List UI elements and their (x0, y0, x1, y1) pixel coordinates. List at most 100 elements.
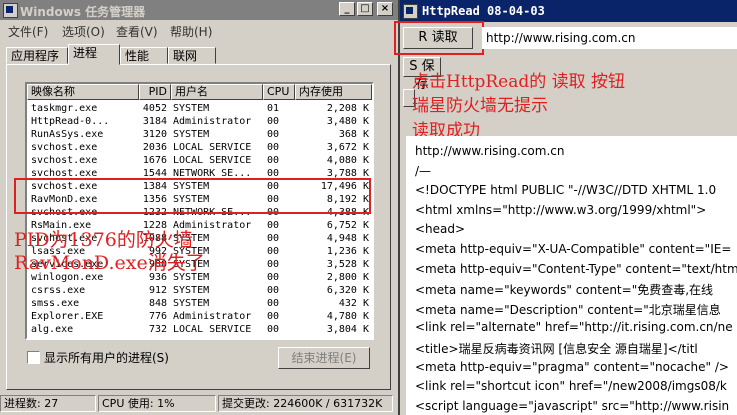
content-line: <link rel="shortcut icon" href="/new2008… (415, 379, 727, 394)
cell-mem: 3,480 K (326, 116, 369, 127)
cell-user: Administrator (173, 116, 252, 127)
content-line: <head> (415, 222, 466, 237)
tab-networking[interactable]: 联网 (168, 47, 216, 64)
cell-cpu: 00 (267, 311, 280, 322)
tab-applications[interactable]: 应用程序 (6, 47, 68, 64)
cell-cpu: 00 (267, 155, 280, 166)
cell-name: RunAsSys.exe (31, 129, 104, 140)
task-manager-titlebar[interactable]: Windows 任务管理器 _ □ × (0, 0, 398, 20)
table-row[interactable]: taskmgr.exe 4052 SYSTEM 01 2,208 K (27, 102, 372, 115)
menu-view[interactable]: 查看(V) (116, 23, 158, 40)
cell-pid: 4052 (142, 103, 167, 114)
content-line: <title>瑞星反病毒资讯网 [信息安全 源自瑞星]</titl (415, 342, 698, 356)
task-manager-title: Windows 任务管理器 (20, 5, 146, 19)
annotation-no-prompt: 瑞星防火墙无提示 (412, 96, 548, 116)
cell-name: taskmgr.exe (31, 103, 98, 114)
cell-name: HttpRead-0... (31, 116, 110, 127)
content-line: <meta http-equiv="Content-Type" content=… (415, 261, 737, 276)
cell-mem: 1,236 K (326, 246, 369, 257)
column-user-name[interactable]: 用户名 (171, 84, 263, 100)
cell-mem: 432 K (338, 298, 369, 309)
cell-pid: 732 (148, 324, 167, 335)
highlight-svchost-rows (14, 178, 371, 214)
cell-name: Explorer.EXE (31, 311, 104, 322)
httpread-icon (403, 4, 418, 19)
minimize-icon[interactable]: _ (339, 2, 355, 16)
cell-mem: 3,528 K (326, 259, 369, 270)
cell-user: LOCAL SERVICE (173, 142, 252, 153)
response-content[interactable]: http://www.rising.com.cn /— <!DOCTYPE html… (406, 136, 737, 415)
cell-name: alg.exe (31, 324, 74, 335)
content-line: <meta name="keywords" content="免费查毒,在线 (415, 283, 714, 298)
cell-cpu: 00 (267, 142, 280, 153)
end-process-button[interactable]: 结束进程(E) (278, 347, 370, 369)
content-line: <meta http-equiv="X-UA-Compatible" conte… (415, 242, 732, 256)
menu-help[interactable]: 帮助(H) (170, 23, 212, 40)
httpread-titlebar[interactable]: HttpRead 08-04-03 (400, 0, 737, 22)
table-row[interactable]: RunAsSys.exe 3120 SYSTEM 00 368 K (27, 128, 372, 141)
table-row[interactable]: HttpRead-0... 3184 Administrator 00 3,480 K (27, 115, 372, 128)
menu-options[interactable]: 选项(O) (62, 23, 105, 40)
cell-pid: 776 (148, 311, 167, 322)
table-row[interactable]: smss.exe 848 SYSTEM 00 432 K (27, 297, 372, 310)
cell-user: SYSTEM (173, 129, 210, 140)
annotation-ravmond-gone: RavMonD.exe消失了 (14, 252, 205, 274)
content-line: <link rel="alternate" href="http://it.ri… (415, 320, 733, 335)
status-bar: 进程数: 27 CPU 使用: 1% 提交更改: 224600K / 63173… (0, 393, 393, 415)
cell-name: smss.exe (31, 298, 80, 309)
process-list-header: 映像名称 PID 用户名 CPU 内存使用 (27, 84, 372, 100)
cell-mem: 4,080 K (326, 155, 369, 166)
status-cpu-usage: CPU 使用: 1% (98, 395, 216, 412)
table-row[interactable]: svchost.exe 1676 LOCAL SERVICE 00 4,080 K (27, 154, 372, 167)
cell-mem: 4,948 K (326, 233, 369, 244)
table-row[interactable]: alg.exe 732 LOCAL SERVICE 00 3,804 K (27, 323, 372, 336)
content-line: <meta http-equiv="pragma" content="nocac… (415, 359, 729, 374)
menu-file[interactable]: 文件(F) (8, 23, 48, 40)
cell-name: svchost.exe (31, 155, 98, 166)
cell-cpu: 01 (267, 103, 280, 114)
tab-performance[interactable]: 性能 (120, 47, 168, 64)
cell-mem: 6,320 K (326, 285, 369, 296)
column-cpu[interactable]: CPU (263, 84, 295, 100)
table-row[interactable]: svchost.exe 2036 LOCAL SERVICE 00 3,672 K (27, 141, 372, 154)
maximize-icon[interactable]: □ (357, 2, 373, 16)
cell-user: Administrator (173, 311, 252, 322)
cell-cpu: 00 (267, 259, 280, 270)
show-all-users-checkbox[interactable] (27, 351, 40, 364)
cell-pid: 3120 (142, 129, 167, 140)
content-line: <meta name="Description" content="北京瑞星信息 (415, 302, 721, 317)
column-image-name[interactable]: 映像名称 (27, 84, 139, 100)
cell-pid: 912 (148, 285, 167, 296)
cell-cpu: 00 (267, 129, 280, 140)
column-memory[interactable]: 内存使用 (295, 84, 372, 100)
cell-user: SYSTEM (173, 298, 210, 309)
cell-mem: 3,672 K (326, 142, 369, 153)
cell-cpu: 00 (267, 246, 280, 257)
cell-mem: 2,800 K (326, 272, 369, 283)
content-line: /— (415, 163, 432, 178)
task-manager-icon (3, 3, 18, 18)
cell-pid: 2036 (142, 142, 167, 153)
status-commit-charge: 提交更改: 224600K / 631732K (218, 395, 393, 412)
cell-cpu: 00 (267, 324, 280, 335)
content-line: <!DOCTYPE html PUBLIC "-//W3C//DTD XHTML… (415, 183, 717, 198)
cell-name: svchost.exe (31, 142, 98, 153)
cell-mem: 368 K (338, 129, 369, 140)
cell-user: SYSTEM (173, 103, 210, 114)
cell-pid: 3184 (142, 116, 167, 127)
content-line: http://www.rising.com.cn (415, 144, 565, 158)
cell-cpu: 00 (267, 116, 280, 127)
cell-cpu: 00 (267, 272, 280, 283)
url-input[interactable]: http://www.rising.com.cn (482, 27, 737, 49)
table-row[interactable]: Explorer.EXE 776 Administrator 00 4,780 K (27, 310, 372, 323)
cell-name: csrss.exe (31, 285, 86, 296)
close-icon[interactable]: × (377, 2, 393, 16)
cell-mem: 3,804 K (326, 324, 369, 335)
table-row[interactable]: csrss.exe 912 SYSTEM 00 6,320 K (27, 284, 372, 297)
tab-processes[interactable]: 进程 (68, 44, 120, 65)
cell-pid: 1676 (142, 155, 167, 166)
cell-cpu: 00 (267, 298, 280, 309)
cell-user: SYSTEM (173, 285, 210, 296)
cell-user: LOCAL SERVICE (173, 324, 252, 335)
column-pid[interactable]: PID (139, 84, 171, 100)
